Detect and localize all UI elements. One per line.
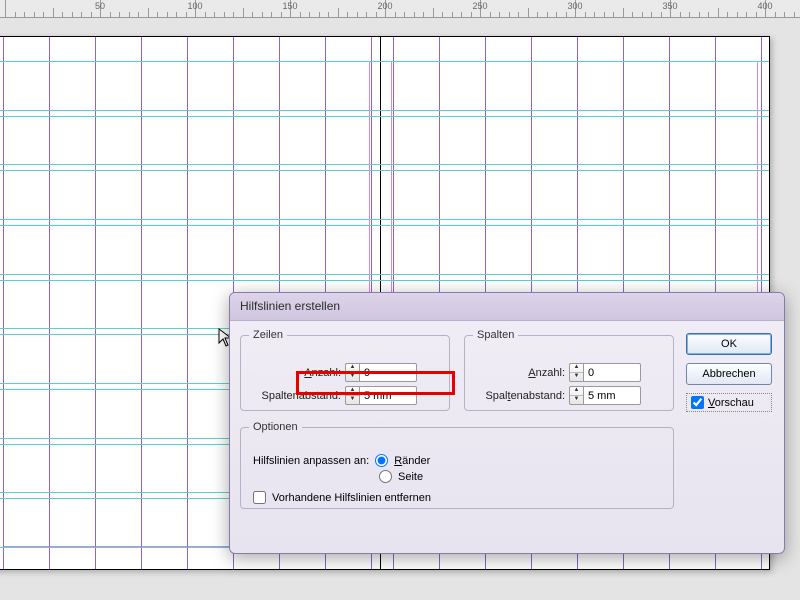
- rows-gutter-input[interactable]: [359, 386, 417, 405]
- preview-checkbox[interactable]: [691, 396, 704, 409]
- fit-margins-label: Ränder: [394, 455, 430, 467]
- fit-page-label: Seite: [398, 471, 423, 483]
- rows-gutter-field: Spaltenabstand: ▲▼: [249, 386, 441, 405]
- rows-count-spinner[interactable]: ▲▼: [345, 363, 417, 382]
- group-columns: Spalten Anzahl: ▲▼ Spaltenabstand:: [464, 329, 674, 411]
- dialog-title[interactable]: Hilfslinien erstellen: [230, 293, 784, 321]
- fit-page-radio[interactable]: [379, 470, 392, 483]
- options-legend: Optionen: [249, 421, 302, 433]
- spinner-arrows-icon[interactable]: ▲▼: [569, 386, 583, 405]
- ok-button[interactable]: OK: [686, 333, 772, 355]
- ruler-horizontal: 50100150200250300350400: [0, 0, 800, 18]
- spinner-arrows-icon[interactable]: ▲▼: [569, 363, 583, 382]
- fit-margins-radio[interactable]: [375, 454, 388, 467]
- cols-gutter-spinner[interactable]: ▲▼: [569, 386, 641, 405]
- rows-count-label: Anzahl:: [249, 367, 341, 379]
- fit-page-row: Seite: [379, 470, 665, 483]
- dialog-body: Zeilen Anzahl: ▲▼ Spaltenabstand: ▲▼: [230, 321, 784, 341]
- remove-existing-checkbox[interactable]: [253, 491, 266, 504]
- spinner-arrows-icon[interactable]: ▲▼: [345, 363, 359, 382]
- rows-legend: Zeilen: [249, 329, 287, 341]
- dialog-buttons: OK Abbrechen Vorschau: [686, 333, 772, 412]
- cols-count-spinner[interactable]: ▲▼: [569, 363, 641, 382]
- remove-guides-row: Vorhandene Hilfslinien entfernen: [253, 491, 665, 504]
- rows-gutter-spinner[interactable]: ▲▼: [345, 386, 417, 405]
- fit-guides-label: Hilfslinien anpassen an:: [253, 455, 369, 467]
- columns-legend: Spalten: [473, 329, 518, 341]
- cols-count-field: Anzahl: ▲▼: [473, 363, 665, 382]
- preview-toggle[interactable]: Vorschau: [686, 393, 772, 412]
- cols-gutter-field: Spaltenabstand: ▲▼: [473, 386, 665, 405]
- rows-gutter-label: Spaltenabstand:: [249, 390, 341, 402]
- preview-label: Vorschau: [708, 397, 754, 409]
- create-guides-dialog: Hilfslinien erstellen Zeilen Anzahl: ▲▼ …: [229, 292, 785, 554]
- rows-count-input[interactable]: [359, 363, 417, 382]
- cols-count-label: Anzahl:: [473, 367, 565, 379]
- spinner-arrows-icon[interactable]: ▲▼: [345, 386, 359, 405]
- fit-guides-row: Hilfslinien anpassen an: Ränder: [253, 454, 665, 467]
- remove-existing-label: Vorhandene Hilfslinien entfernen: [272, 492, 431, 504]
- cancel-button[interactable]: Abbrechen: [686, 363, 772, 385]
- canvas[interactable]: Hilfslinien erstellen Zeilen Anzahl: ▲▼ …: [0, 18, 800, 600]
- cols-gutter-input[interactable]: [583, 386, 641, 405]
- group-options: Optionen Hilfslinien anpassen an: Ränder…: [240, 421, 674, 509]
- cols-gutter-label: Spaltenabstand:: [473, 390, 565, 402]
- rows-count-field: Anzahl: ▲▼: [249, 363, 441, 382]
- cols-count-input[interactable]: [583, 363, 641, 382]
- group-rows: Zeilen Anzahl: ▲▼ Spaltenabstand: ▲▼: [240, 329, 450, 411]
